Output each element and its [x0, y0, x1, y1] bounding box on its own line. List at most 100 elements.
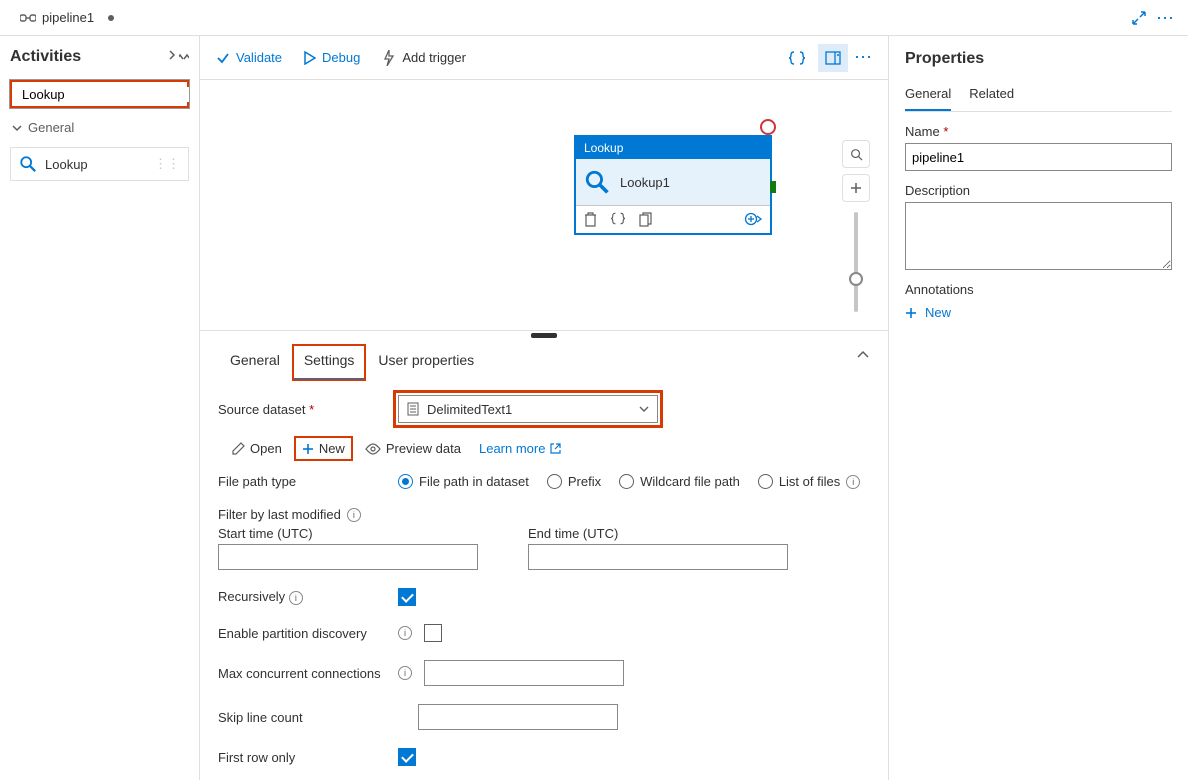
validation-error-icon: [760, 119, 776, 135]
description-label: Description: [905, 183, 1172, 198]
first-row-checkbox[interactable]: [398, 748, 416, 766]
zoom-controls: [842, 140, 870, 312]
code-view-button[interactable]: [782, 44, 812, 72]
activities-search-input[interactable]: [22, 87, 198, 102]
zoom-thumb[interactable]: [849, 272, 863, 286]
activities-panel: Activities General Lookup ⋮⋮: [0, 36, 200, 780]
chevron-down-icon: [639, 404, 649, 414]
canvas-toolbar: Validate Debug Add trigger: [200, 36, 888, 80]
partition-checkbox[interactable]: [424, 624, 442, 642]
toolbar-more-icon[interactable]: ⋯: [854, 47, 872, 68]
code-icon[interactable]: [611, 212, 625, 225]
lookup-activity-icon: [19, 155, 37, 173]
description-input[interactable]: [905, 202, 1172, 270]
tab-bar: pipeline1 ⋯: [0, 0, 1188, 36]
node-name-label: Lookup1: [620, 175, 670, 190]
plus-icon: [905, 307, 917, 319]
properties-title: Properties: [905, 50, 1172, 68]
tab-general[interactable]: General: [218, 344, 292, 381]
radio-wildcard[interactable]: Wildcard file path: [619, 474, 740, 489]
name-input[interactable]: [905, 143, 1172, 171]
radio-file-path-dataset[interactable]: File path in dataset: [398, 474, 529, 489]
properties-toggle-button[interactable]: [818, 44, 848, 72]
search-icon: [850, 148, 863, 161]
add-trigger-button[interactable]: Add trigger: [382, 50, 466, 66]
start-time-input[interactable]: [218, 544, 478, 570]
filter-label: Filter by last modified: [218, 507, 341, 522]
category-general[interactable]: General: [10, 114, 189, 141]
delete-icon[interactable]: [584, 212, 597, 227]
edit-icon: [232, 442, 245, 455]
start-time-label: Start time (UTC): [218, 526, 478, 541]
max-conn-label: Max concurrent connections: [218, 666, 386, 681]
recursively-checkbox[interactable]: [398, 588, 416, 606]
skip-line-label: Skip line count: [218, 710, 386, 725]
play-icon: [304, 51, 316, 65]
collapse-sidebar[interactable]: [167, 50, 189, 64]
pipeline-tab-label: pipeline1: [42, 10, 94, 25]
preview-icon: [365, 443, 381, 455]
plus-icon: [302, 443, 314, 455]
activity-lookup-item[interactable]: Lookup ⋮⋮: [10, 147, 189, 181]
info-icon[interactable]: i: [347, 508, 361, 522]
add-annotation-button[interactable]: New: [905, 301, 1172, 324]
zoom-in-button[interactable]: [842, 174, 870, 202]
more-icon[interactable]: ⋯: [1156, 9, 1174, 27]
zoom-search-button[interactable]: [842, 140, 870, 168]
recursively-label: Recursively i: [218, 589, 386, 605]
validate-button[interactable]: Validate: [216, 50, 282, 65]
skip-line-input[interactable]: [418, 704, 618, 730]
open-dataset-button[interactable]: Open: [232, 441, 282, 456]
props-tab-related[interactable]: Related: [969, 80, 1014, 111]
max-conn-input[interactable]: [424, 660, 624, 686]
unsaved-dot: [108, 15, 114, 21]
file-path-type-label: File path type: [218, 474, 386, 489]
lookup-activity-node[interactable]: Lookup Lookup1: [574, 135, 772, 235]
first-row-label: First row only: [218, 750, 386, 765]
check-icon: [216, 51, 230, 65]
braces-icon: [789, 51, 805, 65]
node-type-label: Lookup: [576, 137, 770, 159]
info-icon[interactable]: i: [398, 666, 412, 680]
collapse-panel-icon[interactable]: [856, 348, 870, 362]
dataset-icon: [407, 402, 419, 416]
external-link-icon: [550, 443, 561, 454]
properties-pane-icon: [825, 51, 841, 65]
pipeline-canvas[interactable]: Lookup Lookup1: [200, 80, 888, 330]
tab-settings[interactable]: Settings: [292, 344, 367, 381]
grip-icon: ⋮⋮: [154, 156, 180, 172]
new-dataset-button[interactable]: New: [296, 438, 351, 459]
trigger-icon: [382, 50, 396, 66]
copy-icon[interactable]: [639, 212, 652, 227]
source-dataset-value: DelimitedText1: [427, 402, 512, 417]
end-time-input[interactable]: [528, 544, 788, 570]
chevron-down-icon: [12, 123, 22, 133]
success-port[interactable]: [770, 181, 776, 193]
activities-search[interactable]: [10, 80, 189, 108]
info-icon[interactable]: i: [289, 591, 303, 605]
lookup-icon: [584, 169, 610, 195]
plus-icon: [850, 182, 862, 194]
info-icon[interactable]: i: [846, 475, 860, 489]
pipeline-icon: [20, 11, 36, 25]
add-output-icon[interactable]: [744, 212, 762, 226]
learn-more-link[interactable]: Learn more: [479, 441, 561, 456]
name-label: Name *: [905, 124, 1172, 139]
info-icon[interactable]: i: [398, 626, 412, 640]
preview-data-button[interactable]: Preview data: [365, 441, 461, 456]
zoom-slider[interactable]: [854, 212, 858, 312]
source-dataset-select[interactable]: DelimitedText1: [398, 395, 658, 423]
radio-list-of-files[interactable]: List of files i: [758, 474, 860, 489]
end-time-label: End time (UTC): [528, 526, 788, 541]
properties-panel: Properties General Related Name * Descri…: [888, 36, 1188, 780]
expand-icon[interactable]: [1132, 11, 1146, 25]
radio-prefix[interactable]: Prefix: [547, 474, 601, 489]
activities-title: Activities: [10, 48, 81, 66]
tab-user-properties[interactable]: User properties: [366, 344, 486, 381]
source-dataset-label: Source dataset *: [218, 402, 386, 417]
props-tab-general[interactable]: General: [905, 80, 951, 111]
annotations-label: Annotations: [905, 282, 1172, 297]
debug-button[interactable]: Debug: [304, 50, 360, 65]
partition-label: Enable partition discovery: [218, 626, 386, 641]
pipeline-tab[interactable]: pipeline1: [6, 1, 128, 35]
